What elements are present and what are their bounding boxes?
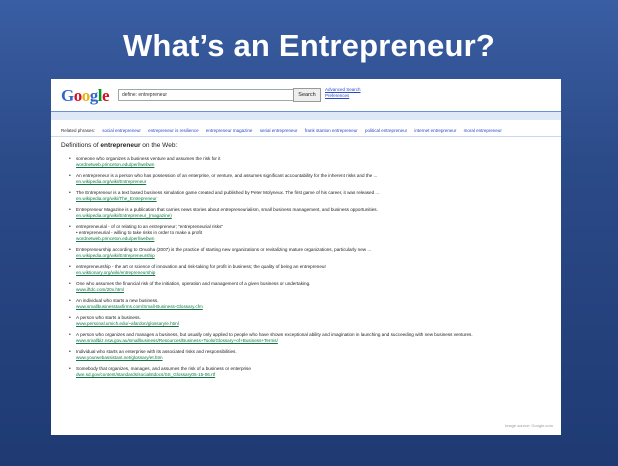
definition-text: A person who starts a business. bbox=[76, 315, 141, 320]
heading-suffix: on the Web: bbox=[140, 142, 178, 149]
related-phrase-link[interactable]: frank stanton entrepreneur bbox=[305, 128, 358, 133]
definition-text: entrepreneurial - of or relating to an e… bbox=[76, 224, 224, 235]
definition-source-link[interactable]: wordnetweb.princeton.edu/perl/webwn bbox=[76, 162, 549, 168]
logo-letter: o bbox=[73, 86, 83, 105]
google-header: Google define: entrepreneur Search Advan… bbox=[51, 79, 561, 109]
related-phrases: Related phrases: social entrepreneur ent… bbox=[61, 128, 556, 133]
definition-text: Individual who starts an enterprise with… bbox=[76, 349, 237, 354]
definition-text: An entrepreneur is a person who has poss… bbox=[76, 173, 378, 178]
related-phrase-link[interactable]: moral entrepreneur bbox=[464, 128, 502, 133]
definition-item: One who assumes the financial risk of th… bbox=[69, 281, 549, 293]
logo-letter: G bbox=[61, 86, 74, 105]
related-phrase-link[interactable]: serial entrepreneur bbox=[260, 128, 298, 133]
definition-source-link[interactable]: en.wikipedia.org/wiki/The_Entrepreneur bbox=[76, 196, 549, 202]
definition-source-link[interactable]: en.wiktionary.org/wiki/entrepreneurship bbox=[76, 270, 549, 276]
definitions-list: someone who organizes a business venture… bbox=[69, 156, 549, 383]
definition-source-link[interactable]: wordnetweb.princeton.edu/perl/webwn bbox=[76, 236, 549, 242]
heading-term: entrepreneur bbox=[100, 142, 141, 149]
search-button[interactable]: Search bbox=[293, 88, 321, 102]
results-bar bbox=[51, 111, 561, 120]
definition-source-link[interactable]: www.personal.umich.edu/~afardon/glossary… bbox=[76, 321, 549, 327]
definition-item: A person who organizes and manages a bus… bbox=[69, 332, 549, 344]
slide-background: What’s an Entrepreneur? Google define: e… bbox=[0, 0, 618, 466]
definition-source-link[interactable]: www.iftdc.com/20x.html bbox=[76, 287, 549, 293]
search-input[interactable]: define: entrepreneur bbox=[118, 89, 294, 101]
logo-letter: o bbox=[81, 86, 91, 105]
definitions-heading: Definitions of entrepreneur on the Web: bbox=[61, 142, 177, 149]
google-screenshot: Google define: entrepreneur Search Advan… bbox=[51, 79, 561, 435]
definition-item: entrepreneurship - the art or science of… bbox=[69, 264, 549, 276]
definition-text: Somebody that organizes, manages, and as… bbox=[76, 366, 251, 371]
definition-text: Entrepreneur Magazine is a publication t… bbox=[76, 207, 378, 212]
definition-source-link[interactable]: en.wikipedia.org/wiki/Entrepreneur_(maga… bbox=[76, 213, 549, 219]
related-label: Related phrases: bbox=[61, 128, 96, 133]
definition-text: someone who organizes a business venture… bbox=[76, 156, 221, 161]
definition-text: A person who organizes and manages a bus… bbox=[76, 332, 473, 337]
definition-text: An individual who starts a new business. bbox=[76, 298, 159, 303]
definition-source-link[interactable]: en.wikipedia.org/wiki/Entrepreneur bbox=[76, 179, 549, 185]
definition-text: The Entrepreneur is a text based busines… bbox=[76, 190, 380, 195]
definition-source-link[interactable]: www.smallbiz.nsw.gov.au/smallbusiness/Re… bbox=[76, 338, 549, 344]
search-options: Advanced Search Preferences bbox=[325, 87, 361, 99]
logo-letter: g bbox=[89, 86, 99, 105]
definition-source-link[interactable]: www.yourwebassistant.net/glossary/et.htm bbox=[76, 355, 549, 361]
heading-prefix: Definitions of bbox=[61, 142, 101, 149]
definition-item: Entrepreneur Magazine is a publication t… bbox=[69, 207, 549, 219]
definition-text: Entrepreneurship according to Onuoha (20… bbox=[76, 247, 372, 252]
definition-item: someone who organizes a business venture… bbox=[69, 156, 549, 168]
definition-item: Somebody that organizes, manages, and as… bbox=[69, 366, 549, 378]
divider bbox=[51, 136, 561, 137]
logo-letter: e bbox=[101, 86, 110, 105]
related-phrase-link[interactable]: entrepreneur is resilience bbox=[148, 128, 199, 133]
google-logo[interactable]: Google bbox=[61, 86, 110, 106]
definition-item: entrepreneurial - of or relating to an e… bbox=[69, 224, 549, 242]
preferences-link[interactable]: Preferences bbox=[325, 93, 361, 99]
definition-source-link[interactable]: en.wikipedia.org/wiki/Entrepreneurship bbox=[76, 253, 549, 259]
definition-item: The Entrepreneur is a text based busines… bbox=[69, 190, 549, 202]
definition-item: Individual who starts an enterprise with… bbox=[69, 349, 549, 361]
definition-item: An individual who starts a new business.… bbox=[69, 298, 549, 310]
related-phrase-link[interactable]: entrepreneur magazine bbox=[206, 128, 253, 133]
related-phrase-link[interactable]: social entrepreneur bbox=[102, 128, 141, 133]
related-phrase-link[interactable]: internet entrepreneur bbox=[414, 128, 456, 133]
definition-text: entrepreneurship - the art or science of… bbox=[76, 264, 326, 269]
definition-source-link[interactable]: www.smallbusinesstaxfirms.com/Small-Busi… bbox=[76, 304, 549, 310]
image-credit: Image source: Google.com bbox=[504, 423, 553, 428]
definition-item: An entrepreneur is a person who has poss… bbox=[69, 173, 549, 185]
definition-item: Entrepreneurship according to Onuoha (20… bbox=[69, 247, 549, 259]
definition-source-link[interactable]: dwe.sd.gov/content/standards/socialstdoc… bbox=[76, 372, 549, 378]
definition-item: A person who starts a business.www.perso… bbox=[69, 315, 549, 327]
slide-title: What’s an Entrepreneur? bbox=[122, 28, 496, 63]
definition-text: One who assumes the financial risk of th… bbox=[76, 281, 311, 286]
related-phrase-link[interactable]: political entrepreneur bbox=[365, 128, 407, 133]
